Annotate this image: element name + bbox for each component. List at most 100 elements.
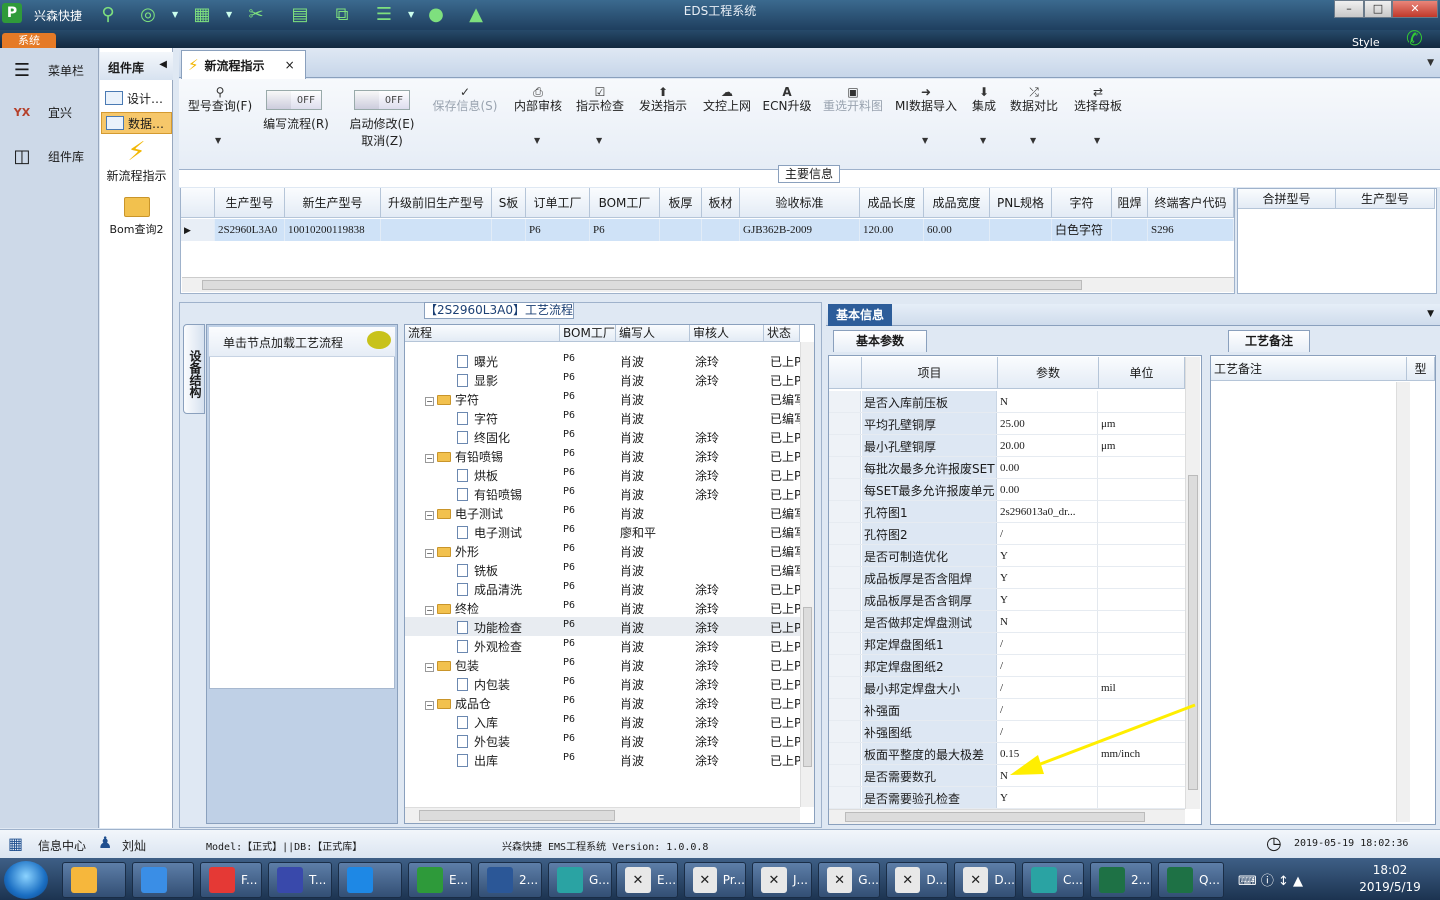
cancel-modify-label[interactable]: 取消(Z) bbox=[342, 133, 422, 149]
column-header[interactable]: 验收标准 bbox=[740, 188, 860, 218]
param-row[interactable]: 每批次最多允许报废SET 0.00 bbox=[829, 457, 1185, 479]
param-value[interactable]: Y bbox=[998, 545, 1098, 566]
param-row[interactable]: 每SET最多允许报废单元 0.00 bbox=[829, 479, 1185, 501]
collapse-toggle-icon[interactable]: − bbox=[425, 606, 434, 615]
select-mother-board-button[interactable]: ⇄ 选择母板 bbox=[1070, 84, 1126, 114]
column-header[interactable]: 终端客户代码 bbox=[1148, 188, 1234, 218]
param-row[interactable]: 是否可制造优化 Y bbox=[829, 545, 1185, 567]
table-cell[interactable]: 白色字符 bbox=[1052, 219, 1112, 241]
taskbar-button[interactable]: ✕ D... bbox=[886, 862, 948, 898]
chevron-down-icon[interactable]: ▼ bbox=[1094, 136, 1100, 145]
param-value[interactable]: Y bbox=[998, 787, 1098, 808]
param-value[interactable]: 20.00 bbox=[998, 435, 1098, 456]
param-row[interactable]: 孔符图1 2s296013a0_dr... bbox=[829, 501, 1185, 523]
scroll-thumb[interactable] bbox=[803, 607, 812, 767]
table-cell[interactable] bbox=[660, 219, 702, 241]
table-cell[interactable] bbox=[492, 219, 526, 241]
column-header[interactable]: 生产型号 bbox=[215, 188, 285, 218]
param-value[interactable]: N bbox=[998, 391, 1098, 412]
taskbar-button[interactable]: 2... bbox=[478, 862, 542, 898]
column-header[interactable]: 状态 bbox=[764, 325, 800, 342]
tree-node[interactable]: − 终检 P6 肖波 涂玲 已上P bbox=[405, 598, 800, 617]
scroll-thumb[interactable] bbox=[419, 810, 615, 821]
tree-node[interactable]: − 外形 P6 肖波 已编写 bbox=[405, 541, 800, 560]
param-row[interactable]: 成品板厚是否含阻焊 Y bbox=[829, 567, 1185, 589]
param-value[interactable]: / bbox=[998, 721, 1098, 742]
tree-node[interactable]: 字符 P6 肖波 已编写 bbox=[405, 408, 800, 427]
dropdown-icon[interactable]: ▼ bbox=[1427, 309, 1434, 319]
column-header[interactable]: BOM工厂 bbox=[590, 188, 660, 218]
param-row[interactable]: 平均孔壁铜厚 25.00 μm bbox=[829, 413, 1185, 435]
column-header[interactable]: 订单工厂 bbox=[526, 188, 590, 218]
nav-item-yixing[interactable]: YX 宜兴 bbox=[6, 94, 96, 130]
tree-node[interactable]: − 包装 P6 肖波 涂玲 已上P bbox=[405, 655, 800, 674]
close-button[interactable]: ✕ bbox=[1392, 0, 1438, 18]
nav-item-components[interactable]: ◫ 组件库 bbox=[6, 138, 96, 174]
scroll-thumb[interactable] bbox=[845, 812, 1145, 822]
param-value[interactable]: / bbox=[998, 677, 1098, 698]
data-compare-button[interactable]: ⤮ 数据对比 bbox=[1006, 84, 1062, 114]
tree-node[interactable]: 曝光 P6 肖波 涂玲 已上P bbox=[405, 351, 800, 370]
tree-node[interactable]: 铣板 P6 肖波 已编写 bbox=[405, 560, 800, 579]
column-header[interactable]: 板厚 bbox=[660, 188, 702, 218]
param-value[interactable]: / bbox=[998, 699, 1098, 720]
taskbar-button[interactable]: ✕ Pr... bbox=[684, 862, 746, 898]
tree-node[interactable]: − 成品仓 P6 肖波 涂玲 已上P bbox=[405, 693, 800, 712]
collapse-toggle-icon[interactable]: − bbox=[425, 511, 434, 520]
column-header[interactable]: 合拼型号 bbox=[1238, 189, 1336, 209]
ecn-upgrade-button[interactable]: A ECN升级 bbox=[760, 84, 814, 114]
table-cell[interactable]: S296 bbox=[1148, 219, 1234, 241]
param-value[interactable]: 25.00 bbox=[998, 413, 1098, 434]
table-cell[interactable]: P6 bbox=[590, 219, 660, 241]
param-row[interactable]: 是否需要数孔 N bbox=[829, 765, 1185, 787]
table-cell[interactable]: GJB362B-2009 bbox=[740, 219, 860, 241]
vertical-scrollbar[interactable] bbox=[800, 342, 814, 807]
column-header[interactable]: 字符 bbox=[1052, 188, 1112, 218]
tree-node[interactable]: − 有铅喷锡 P6 肖波 涂玲 已上P bbox=[405, 446, 800, 465]
taskbar-button[interactable]: G... bbox=[548, 862, 612, 898]
tab-basic-params[interactable]: 基本参数 bbox=[833, 330, 927, 352]
collapse-toggle-icon[interactable]: − bbox=[425, 454, 434, 463]
collapse-toggle-icon[interactable]: − bbox=[425, 397, 434, 406]
tree-node[interactable]: − 字符 P6 肖波 已编写 bbox=[405, 389, 800, 408]
table-cell[interactable]: 2S2960L3A0 bbox=[215, 219, 285, 241]
chevron-down-icon[interactable]: ▼ bbox=[922, 136, 928, 145]
column-header[interactable]: 成品长度 bbox=[860, 188, 924, 218]
integrate-button[interactable]: ⬇ 集成 bbox=[966, 84, 1002, 114]
param-value[interactable]: / bbox=[998, 655, 1098, 676]
taskbar-button[interactable]: T... bbox=[268, 862, 332, 898]
tree-node[interactable]: 外观检查 P6 肖波 涂玲 已上P bbox=[405, 636, 800, 655]
library-item-new-flow[interactable]: ⚡ 新流程指示 bbox=[101, 137, 172, 189]
tree-node[interactable]: 有铅喷锡 P6 肖波 涂玲 已上P bbox=[405, 484, 800, 503]
tree-node[interactable]: 终固化 P6 肖波 涂玲 已上P bbox=[405, 427, 800, 446]
column-header[interactable]: S板 bbox=[492, 188, 526, 218]
column-header[interactable]: 型 bbox=[1407, 357, 1435, 381]
horizontal-scrollbar[interactable] bbox=[182, 277, 1234, 292]
taskbar-button[interactable]: ✕ E... bbox=[616, 862, 678, 898]
taskbar-button[interactable]: C... bbox=[1022, 862, 1084, 898]
table-cell[interactable]: 10010200119838 bbox=[285, 219, 381, 241]
param-row[interactable]: 是否做邦定焊盘测试 N bbox=[829, 611, 1185, 633]
table-cell[interactable] bbox=[990, 219, 1052, 241]
taskbar-button[interactable]: ✕ G... bbox=[818, 862, 880, 898]
column-header[interactable]: 审核人 bbox=[690, 325, 764, 342]
chevron-down-icon[interactable]: ▼ bbox=[596, 136, 602, 145]
column-header[interactable]: 流程 bbox=[405, 325, 560, 342]
taskbar-button[interactable]: ✕ J... bbox=[752, 862, 812, 898]
tree-node[interactable]: 内包装 P6 肖波 涂玲 已上P bbox=[405, 674, 800, 693]
taskbar-button[interactable] bbox=[338, 862, 402, 898]
tab-basic-info[interactable]: 基本信息 bbox=[828, 304, 892, 326]
column-header[interactable]: 板材 bbox=[702, 188, 740, 218]
collapse-toggle-icon[interactable]: − bbox=[425, 701, 434, 710]
tree-node[interactable]: 功能检查 P6 肖波 涂玲 已上P bbox=[405, 617, 800, 636]
param-row[interactable]: 是否入库前压板 N bbox=[829, 391, 1185, 413]
tree-node[interactable]: 成品清洗 P6 肖波 涂玲 已上P bbox=[405, 579, 800, 598]
param-row[interactable]: 补强图纸 / bbox=[829, 721, 1185, 743]
table-cell[interactable] bbox=[702, 219, 740, 241]
column-header[interactable]: 单位 bbox=[1099, 357, 1185, 389]
chevron-down-icon[interactable]: ▼ bbox=[1030, 136, 1036, 145]
column-header[interactable]: 阻焊 bbox=[1112, 188, 1148, 218]
column-header[interactable]: 编写人 bbox=[616, 325, 690, 342]
horizontal-scrollbar[interactable] bbox=[405, 807, 800, 823]
doc-control-online-button[interactable]: ☁ 文控上网 bbox=[698, 84, 756, 114]
